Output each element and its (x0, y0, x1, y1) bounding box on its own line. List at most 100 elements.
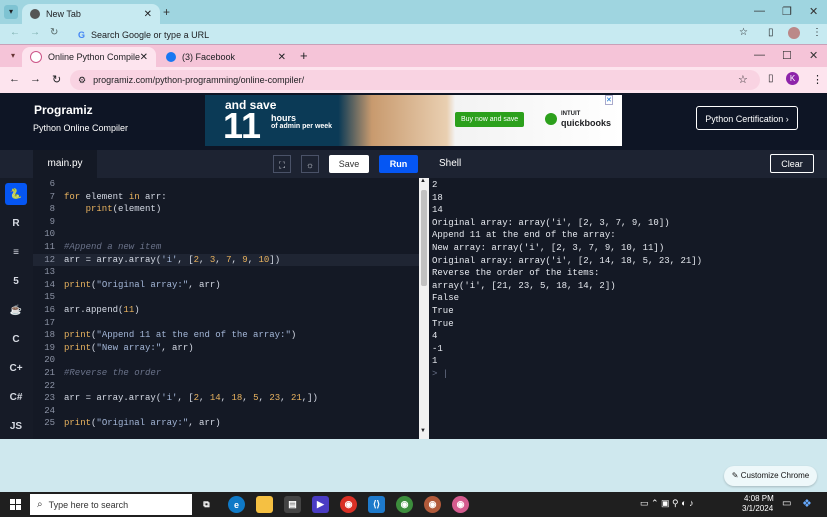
vscode-icon[interactable]: ⟨⟩ (368, 496, 385, 513)
edge-icon[interactable]: e (228, 496, 245, 513)
code-line[interactable]: 11 #Append a new item (33, 241, 419, 254)
new-tab-button[interactable]: + (163, 5, 170, 19)
profile-avatar[interactable]: K (786, 72, 799, 85)
reload-icon[interactable]: ↻ (50, 27, 58, 38)
omnibox[interactable]: G Search Google or type a URL (70, 26, 758, 43)
code-line[interactable]: 23 arr = array.array('i', [2, 14, 18, 5, … (33, 392, 419, 405)
code-line[interactable]: 22 (33, 380, 419, 393)
side-panel-icon[interactable]: ▯ (768, 73, 774, 84)
customize-chrome-button[interactable]: ✎ Customize Chrome (724, 466, 817, 486)
close-button[interactable]: ✕ (809, 49, 818, 62)
close-button[interactable]: ✕ (809, 5, 818, 18)
forward-arrow-icon[interactable]: → (30, 73, 41, 85)
code-line[interactable]: 13 (33, 266, 419, 279)
reload-icon[interactable]: ↻ (52, 73, 61, 86)
advertisement-banner[interactable]: and save 11 hours of admin per week Buy … (205, 95, 622, 146)
code-line[interactable]: 14 print("Original array:", arr) (33, 279, 419, 292)
tab-online-python-compiler[interactable]: Online Python Compiler (Interp ✕ (22, 47, 156, 67)
maximize-button[interactable]: ☐ (782, 49, 792, 62)
maximize-button[interactable]: ❐ (782, 5, 792, 18)
task-view-icon[interactable]: ⧉ (198, 496, 215, 513)
code-line[interactable]: 16 arr.append(11) (33, 304, 419, 317)
windows-start-icon[interactable] (10, 499, 21, 510)
menu-icon[interactable]: ⋮ (812, 73, 823, 86)
ad-cta-button[interactable]: Buy now and save (455, 112, 525, 127)
java-language-button[interactable]: ☕ (5, 299, 27, 321)
close-icon[interactable]: ✕ (278, 52, 286, 63)
cpp-language-button[interactable]: C+ (5, 357, 27, 379)
code-line[interactable]: 25 print("Original array:", arr) (33, 417, 419, 430)
theme-toggle-button[interactable]: ☼ (301, 155, 319, 173)
close-icon[interactable]: ✕ (144, 9, 152, 20)
run-button[interactable]: Run (379, 155, 418, 173)
clock-time[interactable]: 4:08 PM (744, 494, 774, 503)
code-line[interactable]: 9 (33, 216, 419, 229)
profile-avatar[interactable] (788, 27, 800, 39)
code-line[interactable]: 17 (33, 317, 419, 330)
back-arrow-icon[interactable]: ← (10, 27, 20, 38)
csharp-language-button[interactable]: C# (5, 386, 27, 408)
bookmark-star-icon[interactable]: ☆ (739, 27, 748, 38)
clock-date[interactable]: 3/1/2024 (742, 504, 773, 513)
chrome-active-icon[interactable]: ◉ (424, 496, 441, 513)
code-line[interactable]: 8 print(element) (33, 203, 419, 216)
tab-facebook[interactable]: (3) Facebook ✕ (158, 47, 294, 67)
close-icon[interactable]: ✕ (140, 52, 148, 63)
site-info-icon[interactable]: ⚙ (78, 75, 86, 86)
code-line[interactable]: 7 for element in arr: (33, 191, 419, 204)
chrome-icon[interactable]: ◉ (340, 496, 357, 513)
menu-icon[interactable]: ⋮ (812, 27, 822, 38)
chrome-profile-icon[interactable]: ◉ (396, 496, 413, 513)
new-tab-button[interactable]: + (300, 48, 308, 63)
c-language-button[interactable]: C (5, 328, 27, 350)
js-language-button[interactable]: JS (5, 415, 27, 437)
clear-button[interactable]: Clear (770, 154, 814, 173)
ad-close-icon[interactable]: ✕ (605, 95, 613, 105)
programiz-logo[interactable]: Programiz (34, 103, 93, 117)
sql-language-button[interactable]: ≡ (5, 241, 27, 263)
chrome-pink-icon[interactable]: ◉ (452, 496, 469, 513)
code-line[interactable]: 18 print("Append 11 at the end of the arr… (33, 329, 419, 342)
tab-new-tab[interactable]: New Tab ✕ (22, 4, 160, 24)
shell-output[interactable]: 2 18 14 Original array: array('i', [2, 3, 7… (429, 178, 827, 439)
save-button[interactable]: Save (329, 155, 369, 173)
media-player-icon[interactable]: ▶ (312, 496, 329, 513)
taskbar-search-box[interactable]: ⌕ Type here to search (30, 494, 192, 515)
code-line[interactable]: 24 (33, 405, 419, 418)
back-arrow-icon[interactable]: ← (9, 73, 20, 85)
scrollbar-thumb[interactable] (421, 190, 427, 286)
notification-icon[interactable]: ▭ (782, 498, 791, 509)
file-explorer-icon[interactable] (256, 496, 273, 513)
code-line[interactable]: 15 (33, 291, 419, 304)
code-line[interactable]: 6 (33, 178, 419, 191)
code-line[interactable]: 12 arr = array.array('i', [2, 3, 7, 9, 10… (33, 253, 419, 267)
forward-arrow-icon[interactable]: → (30, 27, 40, 38)
bookmark-star-icon[interactable]: ☆ (738, 73, 748, 86)
html-language-button[interactable]: 5 (5, 270, 27, 292)
file-tab-main-py[interactable]: main.py (33, 150, 97, 178)
minimize-button[interactable]: — (754, 5, 765, 17)
code-line[interactable]: 20 (33, 354, 419, 367)
copilot-icon[interactable]: ❖ (802, 497, 812, 510)
r-icon: R (12, 217, 20, 229)
side-panel-icon[interactable]: ▯ (768, 27, 774, 38)
r-language-button[interactable]: R (5, 212, 27, 234)
tab-search-button[interactable]: ▾ (6, 49, 20, 63)
address-bar[interactable]: ⚙ programiz.com/python-programming/onlin… (70, 70, 760, 90)
python-language-button[interactable]: 🐍 (5, 183, 27, 205)
minimize-button[interactable]: — (754, 49, 765, 61)
editor-scrollbar[interactable]: ▲ ▼ (419, 178, 429, 439)
scrollbar-up-arrow-icon[interactable]: ▲ (420, 178, 426, 184)
line-number: 24 (44, 405, 55, 416)
fullscreen-button[interactable]: ⛶ (273, 155, 291, 173)
code-line[interactable]: 19 print("New array:", arr) (33, 342, 419, 355)
code-editor[interactable]: 6 7 for element in arr: 8 print(element) 9 10… (33, 178, 419, 439)
python-certification-button[interactable]: Python Certification › (696, 106, 798, 130)
store-icon[interactable]: ▤ (284, 496, 301, 513)
code-line[interactable]: 10 (33, 228, 419, 241)
code-line[interactable]: 21 #Reverse the order (33, 367, 419, 380)
output-line: > | (432, 369, 449, 379)
system-tray[interactable]: ▭ ⌃ ▣ ⚲ ◐ ♪ (640, 498, 694, 509)
tab-search-button[interactable]: ▾ (4, 5, 18, 19)
scrollbar-down-arrow-icon[interactable]: ▼ (420, 428, 426, 434)
